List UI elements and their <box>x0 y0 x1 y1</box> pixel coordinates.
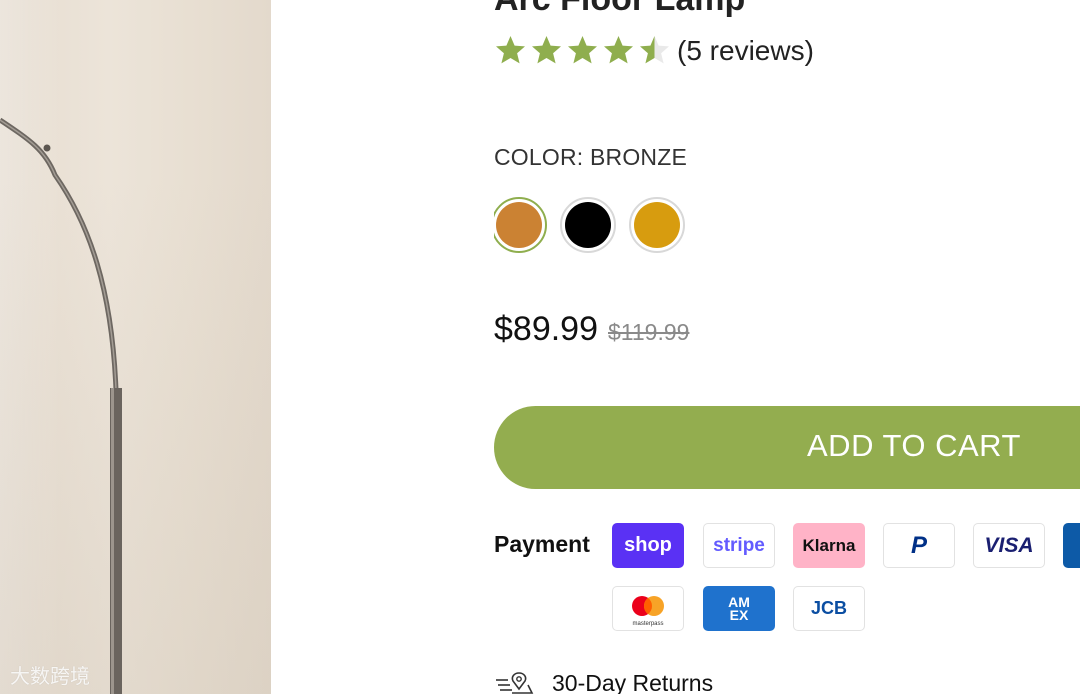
star-full-icon <box>532 36 561 64</box>
visa-label: VISA <box>984 533 1034 557</box>
add-to-cart-button[interactable]: ADD TO CART <box>494 406 1080 489</box>
star-full-icon <box>568 36 597 64</box>
color-swatch-bronze[interactable] <box>494 197 547 253</box>
jcb-icon: JCB <box>793 586 865 631</box>
color-swatch-black[interactable] <box>560 197 616 253</box>
shop-pay-icon: shop <box>612 523 684 568</box>
maestro-icon: B <box>1063 523 1080 568</box>
product-title: Arc Floor Lamp <box>494 0 745 19</box>
watermark: 大数跨境 <box>10 664 90 688</box>
returns-feature: 30-Day Returns <box>494 670 713 694</box>
payment-label: Payment <box>494 531 590 557</box>
masterpass-label: masterpass <box>632 621 664 627</box>
swatch-color-dot <box>634 202 680 248</box>
delivery-returns-icon <box>496 671 534 694</box>
paypal-icon: P <box>883 523 955 568</box>
visa-icon: VISA <box>973 523 1045 568</box>
star-rating <box>494 34 671 67</box>
reviews-link[interactable]: (5 reviews) <box>677 35 814 67</box>
product-image[interactable]: 大数跨境 <box>0 0 271 694</box>
stripe-icon: stripe <box>703 523 775 568</box>
klarna-label: Klarna <box>802 535 856 555</box>
color-label: COLOR: BRONZE <box>494 144 688 170</box>
jcb-label: JCB <box>810 598 847 618</box>
rating-row[interactable]: (5 reviews) <box>494 34 814 67</box>
american-express-icon: AM EX <box>703 586 775 631</box>
american-express-label: AM EX <box>728 593 750 623</box>
color-swatch-gold[interactable] <box>629 197 685 253</box>
star-full-icon <box>496 36 525 64</box>
masterpass-icon: masterpass <box>612 586 684 631</box>
klarna-icon: Klarna <box>793 523 865 568</box>
star-half-icon <box>640 36 669 64</box>
swatch-color-dot <box>565 202 611 248</box>
color-swatches <box>494 197 685 253</box>
arc-lamp-illustration <box>0 117 122 694</box>
shop-pay-label: shop <box>624 534 672 556</box>
swatch-color-dot <box>496 202 542 248</box>
paypal-label: P <box>910 531 927 559</box>
current-price: $89.99 <box>494 310 598 348</box>
star-full-icon <box>604 36 633 64</box>
returns-label: 30-Day Returns <box>552 670 714 694</box>
product-info-panel: Arc Floor Lamp (5 reviews) COLOR: BRONZE… <box>494 0 1080 694</box>
price-row: $89.99 $119.99 <box>494 310 689 349</box>
add-to-cart-label: ADD TO CART <box>807 428 1021 463</box>
stripe-label: stripe <box>713 534 765 556</box>
original-price: $119.99 <box>608 319 690 345</box>
